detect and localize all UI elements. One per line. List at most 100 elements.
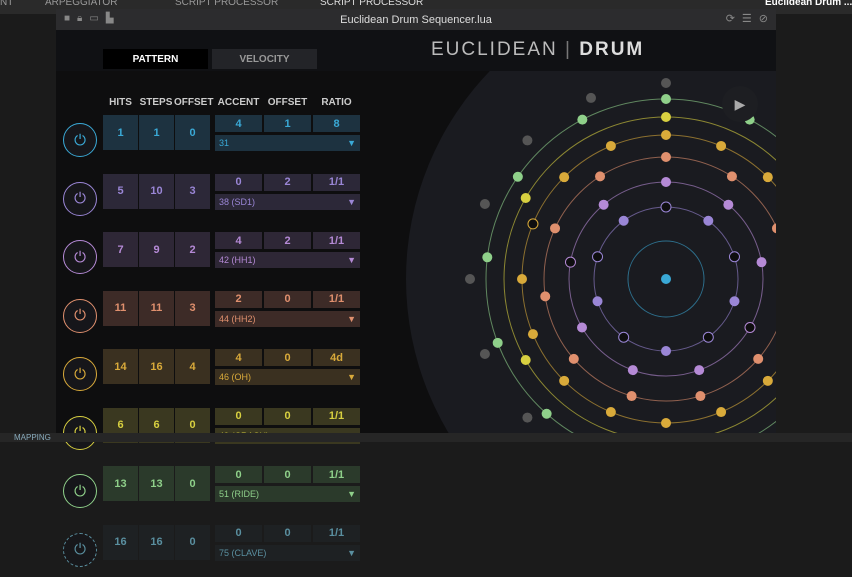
step-dot — [694, 365, 705, 376]
step-dot — [492, 337, 503, 348]
step-dot — [520, 355, 531, 365]
chevron-down-icon: ▼ — [347, 372, 356, 382]
note-dropdown[interactable]: 46 (OH) ▼ — [215, 369, 360, 385]
step-dot — [626, 391, 637, 402]
hits-field[interactable]: 1 — [103, 115, 138, 150]
ratio-field[interactable]: 1/1 — [313, 466, 360, 483]
accent-field[interactable]: 0 — [215, 173, 262, 191]
note-dropdown[interactable]: 75 (CLAVE) ▼ — [215, 544, 360, 561]
offset-field[interactable]: 0 — [175, 466, 210, 501]
offset-field[interactable]: 2 — [175, 232, 210, 267]
script-icon[interactable]: ▙ — [106, 13, 114, 24]
note-dropdown[interactable]: 42 (HH1) ▼ — [215, 252, 360, 268]
steps-field[interactable]: 16 — [139, 349, 174, 384]
step-dot — [550, 223, 561, 234]
ratio-field[interactable]: 1/1 — [313, 232, 360, 249]
steps-field[interactable]: 9 — [139, 232, 174, 267]
accent-field[interactable]: 0 — [215, 407, 262, 425]
hits-field[interactable]: 7 — [103, 232, 138, 267]
track-row: ⏻ 7 9 2 4 2 1/1 42 (HH1) ▼ — [56, 232, 366, 284]
accent-offset-field[interactable]: 0 — [264, 349, 311, 366]
header-steps: STEPS — [139, 97, 173, 108]
ratio-field[interactable]: 1/1 — [313, 524, 360, 542]
hits-field[interactable]: 14 — [103, 349, 138, 384]
ratio-field[interactable]: 1/1 — [313, 290, 360, 308]
hits-field[interactable]: 16 — [103, 524, 138, 560]
window-title: Euclidean Drum Sequencer.lua — [340, 13, 492, 26]
step-dot — [723, 199, 734, 210]
ratio-field[interactable]: 1/1 — [313, 407, 360, 425]
step-dot — [527, 329, 538, 340]
accent-offset-field[interactable]: 2 — [264, 232, 311, 249]
track-power-button[interactable]: ⏻ — [63, 298, 97, 333]
steps-field[interactable]: 1 — [139, 115, 174, 150]
steps-field[interactable]: 10 — [139, 173, 174, 209]
track-row: ⏻ 11 11 3 2 0 1/1 44 (HH2) ▼ — [56, 290, 366, 343]
accent-field[interactable]: 4 — [215, 115, 262, 132]
accent-offset-field[interactable]: 2 — [264, 173, 311, 191]
offset-field[interactable]: 3 — [175, 173, 210, 209]
reload-icon[interactable]: ⟳ — [726, 12, 735, 25]
accent-offset-field[interactable]: 0 — [264, 290, 311, 308]
step-dot — [585, 92, 596, 103]
power-icon: ⏻ — [74, 248, 86, 266]
step-dot — [512, 171, 523, 182]
folder-icon[interactable]: ■ — [64, 13, 70, 24]
note-dropdown[interactable]: 44 (HH2) ▼ — [215, 310, 360, 327]
step-dot — [695, 391, 706, 402]
hits-field[interactable]: 5 — [103, 173, 138, 209]
mapping-tab[interactable]: MAPPING — [14, 433, 51, 442]
steps-field[interactable]: 11 — [139, 290, 174, 326]
monitor-icon[interactable]: ▭ — [89, 13, 98, 24]
step-dot — [762, 375, 773, 386]
note-dropdown[interactable]: 51 (RIDE) ▼ — [215, 486, 360, 502]
play-button[interactable]: ▶ — [722, 86, 758, 122]
accent-field[interactable]: 0 — [215, 524, 262, 542]
steps-field[interactable]: 13 — [139, 466, 174, 501]
chevron-down-icon: ▼ — [347, 547, 356, 558]
offset-field[interactable]: 4 — [175, 349, 210, 384]
hits-field[interactable]: 11 — [103, 290, 138, 326]
tab-arpeggiator[interactable]: ARPEGGIATOR — [45, 0, 117, 8]
accent-field[interactable]: 0 — [215, 466, 262, 483]
accent-field[interactable]: 2 — [215, 290, 262, 308]
tab-velocity[interactable]: VELOCITY — [212, 49, 317, 69]
note-dropdown[interactable]: 31 ▼ — [215, 135, 360, 151]
chevron-down-icon: ▼ — [347, 196, 356, 207]
track-row: ⏻ 1 1 0 4 1 8 31 ▼ — [56, 115, 366, 167]
accent-offset-field[interactable]: 0 — [264, 407, 311, 425]
step-dot — [605, 140, 616, 151]
step-dot — [703, 215, 714, 226]
tab-script-processor-2[interactable]: SCRIPT PROCESSOR — [320, 0, 423, 8]
accent-offset-field[interactable]: 1 — [264, 115, 311, 132]
step-dot — [479, 349, 490, 360]
track-power-button[interactable]: ⏻ — [63, 181, 97, 216]
bypass-icon[interactable]: ⊘ — [759, 12, 768, 25]
accent-offset-field[interactable]: 0 — [264, 524, 311, 542]
track-power-button[interactable]: ⏻ — [63, 357, 97, 391]
lock-icon[interactable]: 🔒︎ — [77, 13, 82, 24]
ratio-field[interactable]: 1/1 — [313, 173, 360, 191]
track-power-button[interactable]: ⏻ — [63, 240, 97, 274]
offset-field[interactable]: 0 — [175, 115, 210, 150]
ratio-field[interactable]: 8 — [313, 115, 360, 132]
chevron-down-icon: ▼ — [347, 138, 356, 148]
steps-field[interactable]: 16 — [139, 524, 174, 560]
note-dropdown[interactable]: 38 (SD1) ▼ — [215, 193, 360, 210]
hits-field[interactable]: 13 — [103, 466, 138, 501]
track-power-button[interactable]: ⏻ — [63, 474, 97, 508]
list-icon[interactable]: ☰ — [742, 12, 752, 25]
accent-field[interactable]: 4 — [215, 232, 262, 249]
offset-field[interactable]: 3 — [175, 290, 210, 326]
track-power-button[interactable]: ⏻ — [63, 532, 97, 567]
track-power-button[interactable]: ⏻ — [63, 123, 97, 157]
tab-partial[interactable]: NT — [0, 0, 13, 8]
power-icon: ⏻ — [74, 131, 86, 149]
step-dot — [660, 201, 672, 213]
accent-offset-field[interactable]: 0 — [264, 466, 311, 483]
ratio-field[interactable]: 4d — [313, 349, 360, 366]
tab-pattern[interactable]: PATTERN — [103, 49, 208, 69]
tab-script-processor-1[interactable]: SCRIPT PROCESSOR — [175, 0, 278, 8]
accent-field[interactable]: 4 — [215, 349, 262, 366]
offset-field[interactable]: 0 — [175, 524, 210, 560]
